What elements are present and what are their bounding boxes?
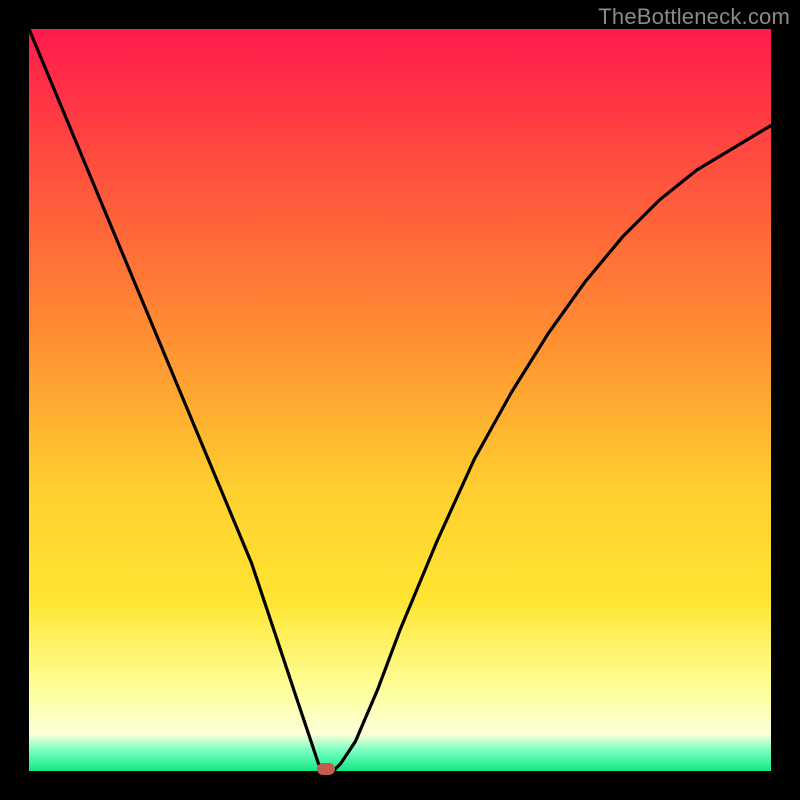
chart-frame: TheBottleneck.com [0, 0, 800, 800]
optimal-point-marker [317, 763, 335, 775]
bottleneck-curve [29, 29, 771, 771]
watermark-label: TheBottleneck.com [598, 4, 790, 30]
